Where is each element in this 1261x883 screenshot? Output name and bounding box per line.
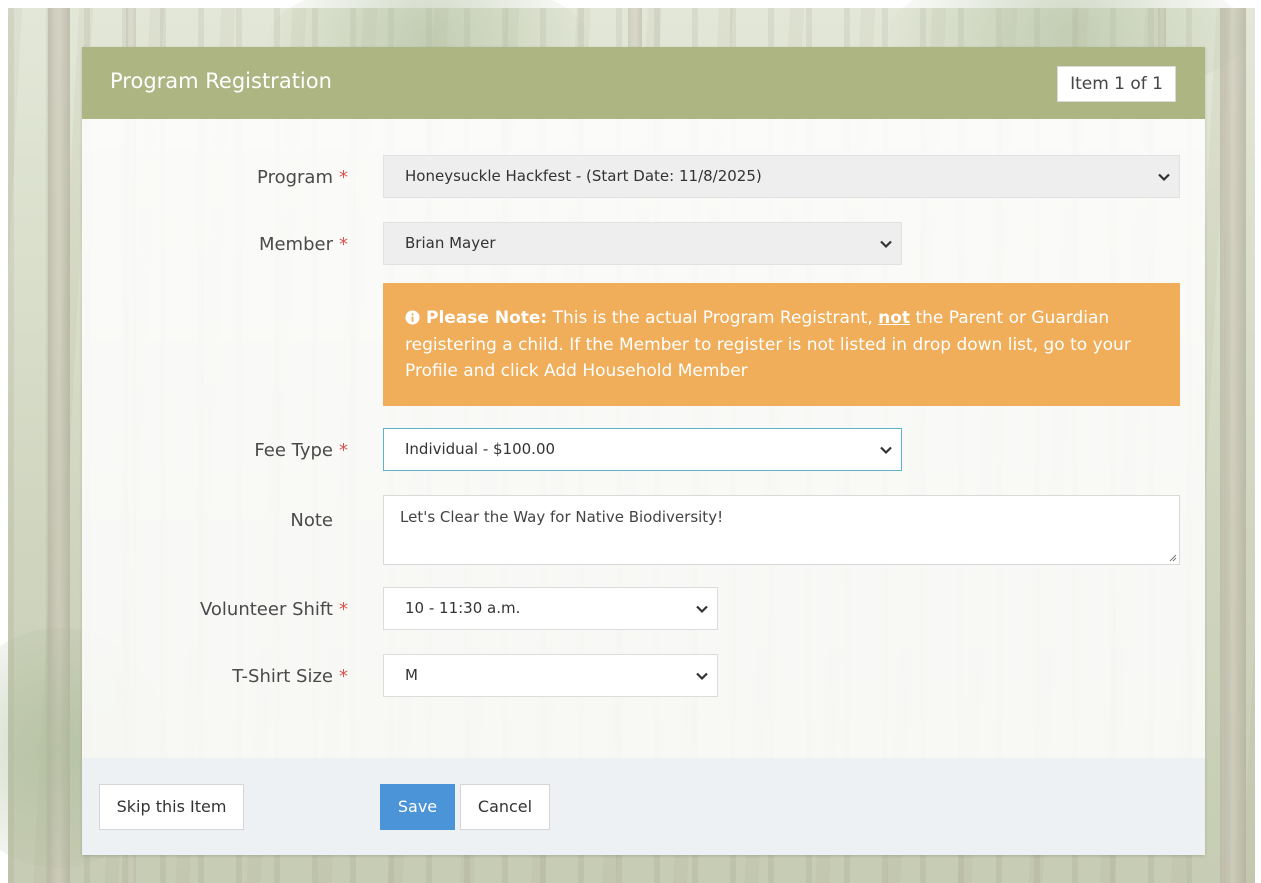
required-marker: * xyxy=(339,234,348,255)
program-label-text: Program xyxy=(257,167,333,188)
tshirt-size-select-value: M xyxy=(405,666,418,684)
tshirt-size-select[interactable]: M xyxy=(383,654,718,697)
info-circle-icon xyxy=(405,310,420,325)
registrant-note-alert: Please Note: This is the actual Program … xyxy=(383,283,1180,406)
member-select[interactable]: Brian Mayer xyxy=(383,222,902,265)
fee-type-select[interactable]: Individual - $100.00 xyxy=(383,428,902,471)
chevron-down-icon xyxy=(696,672,708,681)
alert-text-1: This is the actual Program Registrant, xyxy=(547,308,879,328)
note-label: Note xyxy=(290,510,333,531)
tree-trunk xyxy=(1220,8,1246,883)
program-label: Program * xyxy=(257,167,348,188)
volunteer-shift-label-text: Volunteer Shift xyxy=(200,599,333,620)
alert-emphasis: not xyxy=(878,308,911,328)
required-marker: * xyxy=(339,167,348,188)
panel-header: Program Registration Item 1 of 1 xyxy=(82,47,1205,119)
fee-type-label: Fee Type * xyxy=(254,440,348,461)
chevron-down-icon xyxy=(880,446,892,455)
save-button[interactable]: Save xyxy=(380,784,455,830)
cancel-button[interactable]: Cancel xyxy=(460,784,550,830)
volunteer-shift-select-value: 10 - 11:30 a.m. xyxy=(405,599,521,617)
volunteer-shift-select[interactable]: 10 - 11:30 a.m. xyxy=(383,587,718,630)
chevron-down-icon xyxy=(696,605,708,614)
note-textarea[interactable]: Let's Clear the Way for Native Biodivers… xyxy=(383,495,1180,565)
fee-type-select-value: Individual - $100.00 xyxy=(405,440,556,458)
chevron-down-icon xyxy=(880,240,892,249)
registration-panel: Program Registration Item 1 of 1 Program… xyxy=(82,47,1205,855)
fee-type-label-text: Fee Type xyxy=(254,440,333,461)
note-textarea-value: Let's Clear the Way for Native Biodivers… xyxy=(400,508,724,526)
chevron-down-icon xyxy=(1158,173,1170,182)
tshirt-size-label: T-Shirt Size * xyxy=(232,666,348,687)
required-marker: * xyxy=(339,599,348,620)
alert-lead: Please Note: xyxy=(426,308,548,328)
program-select-value: Honeysuckle Hackfest - (Start Date: 11/8… xyxy=(405,167,762,185)
resize-handle-icon[interactable] xyxy=(1167,552,1177,562)
item-counter-badge: Item 1 of 1 xyxy=(1057,66,1176,102)
member-label: Member * xyxy=(259,234,348,255)
program-select[interactable]: Honeysuckle Hackfest - (Start Date: 11/8… xyxy=(383,155,1180,198)
member-label-text: Member xyxy=(258,234,333,255)
tshirt-size-label-text: T-Shirt Size xyxy=(232,666,333,687)
required-marker: * xyxy=(339,440,348,461)
member-select-value: Brian Mayer xyxy=(405,234,496,252)
panel-footer: Skip this Item Save Cancel xyxy=(82,758,1205,855)
skip-item-button[interactable]: Skip this Item xyxy=(99,784,244,830)
required-marker: * xyxy=(339,666,348,687)
volunteer-shift-label: Volunteer Shift * xyxy=(200,599,348,620)
page-title: Program Registration xyxy=(110,69,332,93)
